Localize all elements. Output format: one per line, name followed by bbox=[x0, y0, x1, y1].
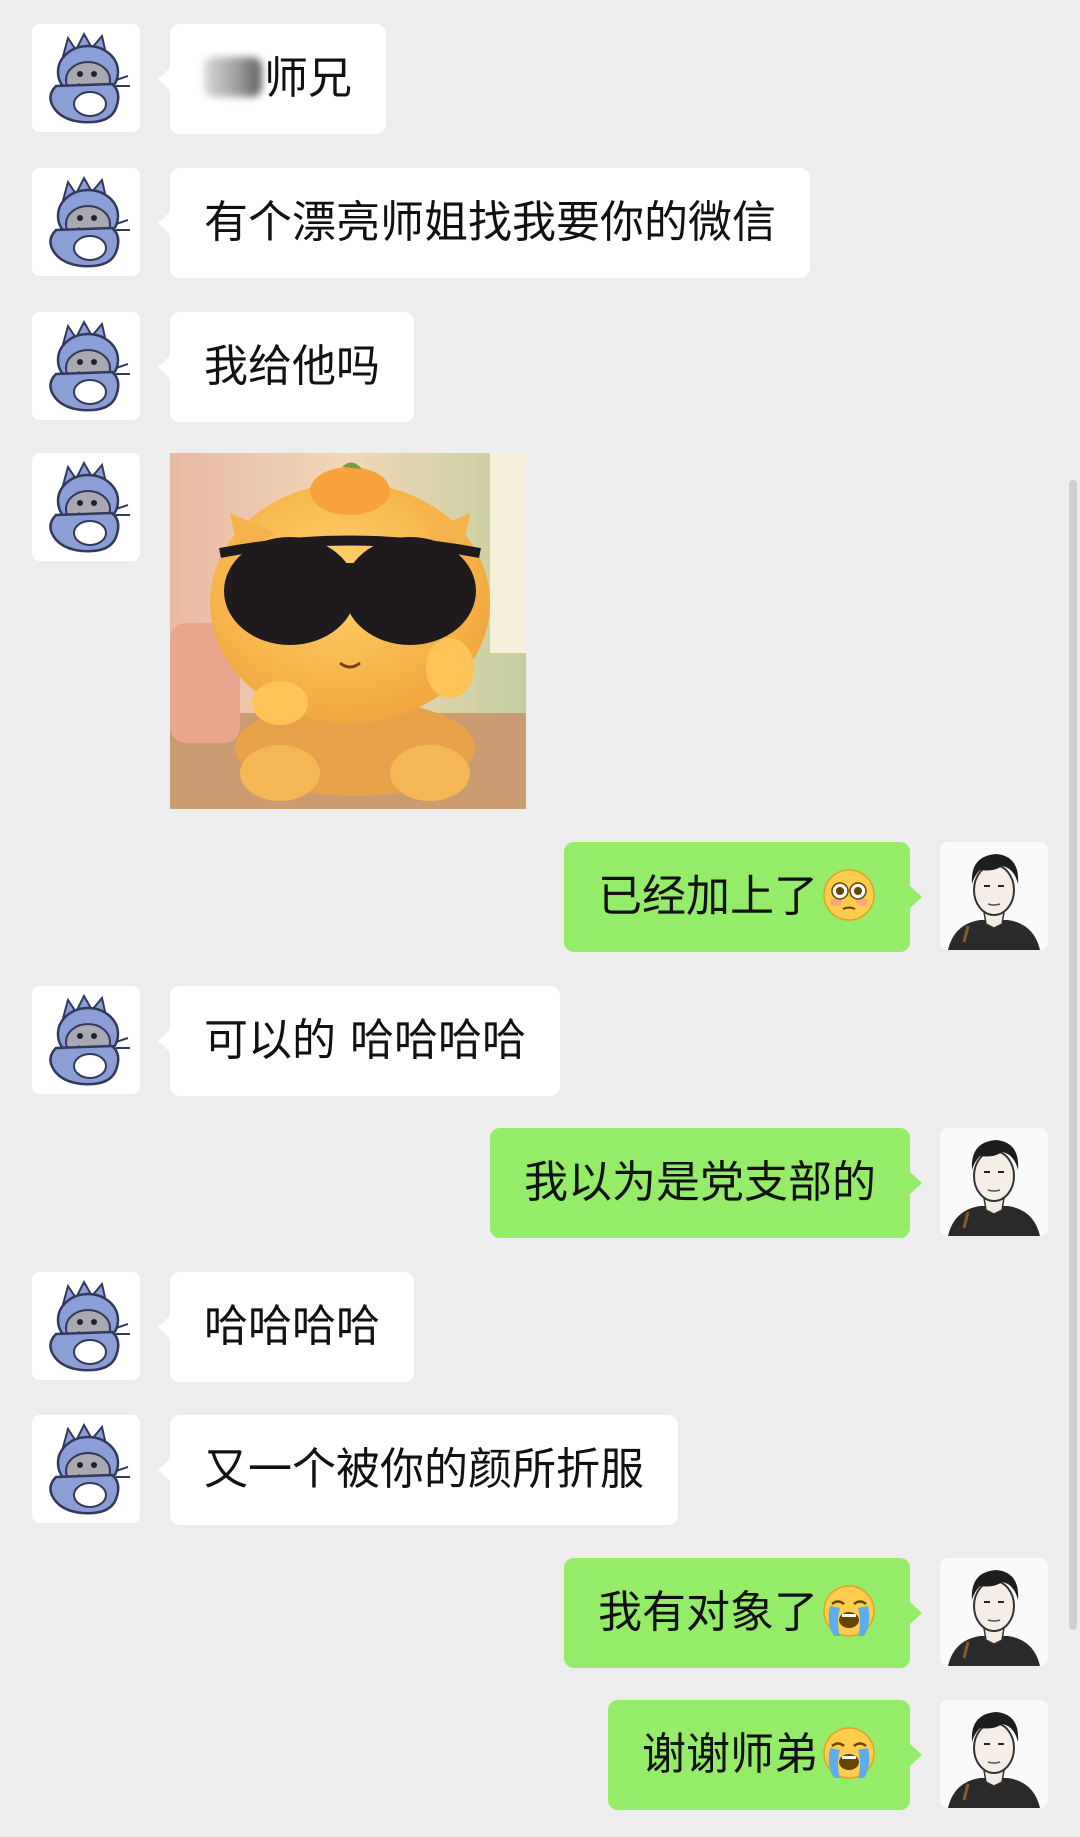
incoming-message-bubble[interactable]: 哈哈哈哈 bbox=[158, 1272, 414, 1382]
loudly-crying-face-emoji bbox=[822, 1726, 876, 1780]
message-text: 我给他吗 bbox=[204, 341, 380, 392]
my-avatar[interactable] bbox=[940, 1558, 1048, 1666]
incoming-message-bubble[interactable]: 可以的 哈哈哈哈 bbox=[158, 986, 560, 1096]
incoming-message-bubble[interactable]: 有个漂亮师姐找我要你的微信 bbox=[158, 168, 810, 278]
scrollbar[interactable] bbox=[1069, 480, 1077, 1630]
sender-avatar[interactable] bbox=[32, 453, 140, 561]
loudly-crying-face-emoji bbox=[822, 1584, 876, 1638]
sender-avatar[interactable] bbox=[32, 1415, 140, 1523]
message-text: 谢谢师弟 bbox=[642, 1729, 818, 1780]
sender-avatar[interactable] bbox=[32, 312, 140, 420]
incoming-message-bubble[interactable]: 又一个被你的颜所折服 bbox=[158, 1415, 678, 1525]
sender-avatar[interactable] bbox=[32, 168, 140, 276]
my-avatar[interactable] bbox=[940, 1700, 1048, 1808]
message-text: 哈哈哈哈 bbox=[204, 1301, 380, 1352]
incoming-message-bubble[interactable]: 我给他吗 bbox=[158, 312, 414, 422]
outgoing-message-bubble[interactable]: 已经加上了 bbox=[564, 842, 922, 952]
outgoing-message-bubble[interactable]: 我有对象了 bbox=[564, 1558, 922, 1668]
flushed-face-emoji bbox=[822, 868, 876, 922]
my-avatar[interactable] bbox=[940, 1128, 1048, 1236]
my-avatar[interactable] bbox=[940, 842, 1048, 950]
outgoing-message-bubble[interactable]: 谢谢师弟 bbox=[608, 1700, 922, 1810]
sender-avatar[interactable] bbox=[32, 1272, 140, 1380]
message-text: 已经加上了 bbox=[598, 871, 818, 922]
message-text: 师兄 bbox=[264, 53, 352, 104]
incoming-message-bubble[interactable]: 师兄 bbox=[158, 24, 386, 134]
chat-area: 师兄 有个漂亮师姐找我要你的微信 我给他吗 已经加上了 可以的 哈哈哈哈 我以为… bbox=[0, 0, 1080, 1837]
sender-avatar[interactable] bbox=[32, 24, 140, 132]
outgoing-message-bubble[interactable]: 我以为是党支部的 bbox=[490, 1128, 922, 1238]
message-text: 我有对象了 bbox=[598, 1587, 818, 1638]
message-text: 又一个被你的颜所折服 bbox=[204, 1444, 644, 1495]
redacted-name bbox=[204, 57, 262, 97]
message-text: 有个漂亮师姐找我要你的微信 bbox=[204, 197, 776, 248]
message-text: 我以为是党支部的 bbox=[524, 1157, 876, 1208]
sender-avatar[interactable] bbox=[32, 986, 140, 1094]
message-text: 可以的 哈哈哈哈 bbox=[204, 1015, 526, 1066]
sunglasses-mascot-sticker[interactable] bbox=[170, 453, 526, 809]
